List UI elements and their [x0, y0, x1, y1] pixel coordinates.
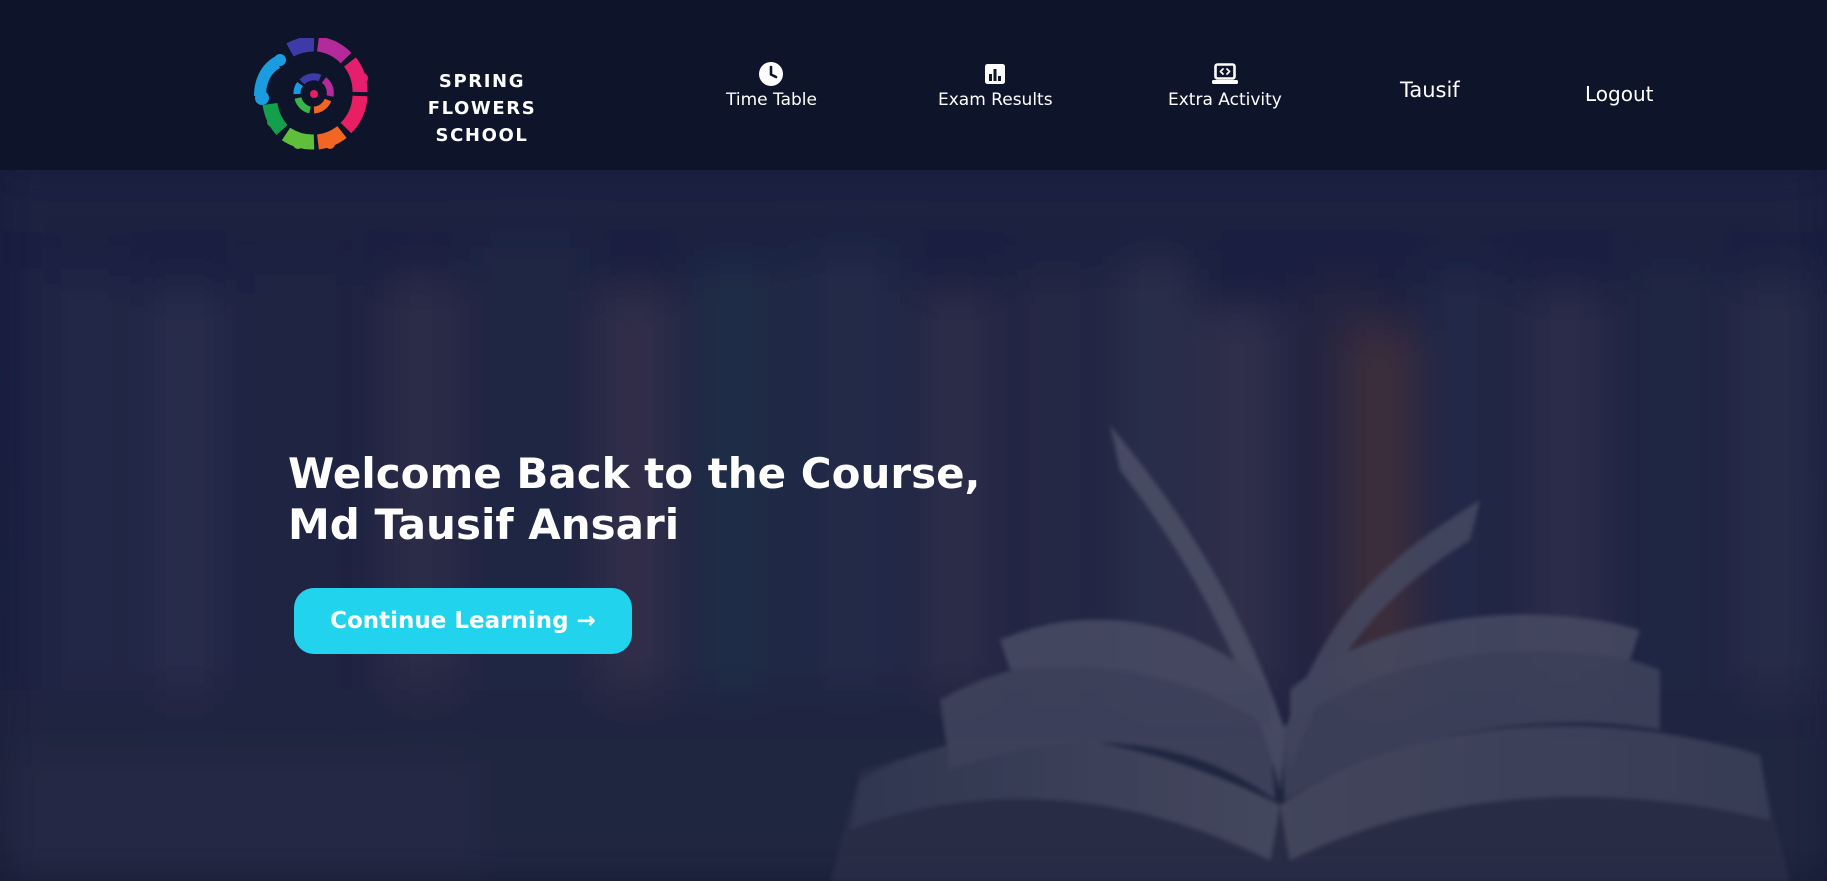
nav-exam-results[interactable]: Exam Results: [938, 60, 1053, 110]
site-header: SPRING FLOWERS SCHOOL Time Table Exam Re…: [0, 0, 1827, 170]
nav-time-table[interactable]: Time Table: [726, 60, 817, 110]
user-name-link[interactable]: Tausif: [1400, 78, 1460, 102]
nav-extra-activity-label: Extra Activity: [1168, 90, 1282, 110]
welcome-heading-line-1: Welcome Back to the Course,: [288, 449, 981, 498]
nav-exam-results-label: Exam Results: [938, 90, 1053, 110]
logo-line-1: SPRING FLOWERS: [427, 71, 537, 119]
continue-learning-button[interactable]: Continue Learning →: [294, 588, 632, 654]
welcome-heading: Welcome Back to the Course, Md Tausif An…: [288, 448, 1048, 550]
clock-icon: [759, 62, 784, 86]
puzzle-wheel-logo-icon: [254, 38, 368, 150]
nav-time-table-label: Time Table: [726, 90, 817, 110]
laptop-code-icon: [1211, 63, 1238, 84]
bar-chart-icon: [985, 64, 1006, 84]
hero-banner: Welcome Back to the Course, Md Tausif An…: [0, 170, 1827, 881]
welcome-heading-line-2: Md Tausif Ansari: [288, 500, 680, 549]
nav-extra-activity[interactable]: Extra Activity: [1168, 60, 1282, 110]
logout-link[interactable]: Logout: [1585, 82, 1653, 106]
school-logo[interactable]: SPRING FLOWERS SCHOOL: [250, 38, 580, 150]
logo-line-2: SCHOOL: [435, 125, 529, 146]
logo-wordmark: SPRING FLOWERS SCHOOL: [382, 68, 582, 149]
